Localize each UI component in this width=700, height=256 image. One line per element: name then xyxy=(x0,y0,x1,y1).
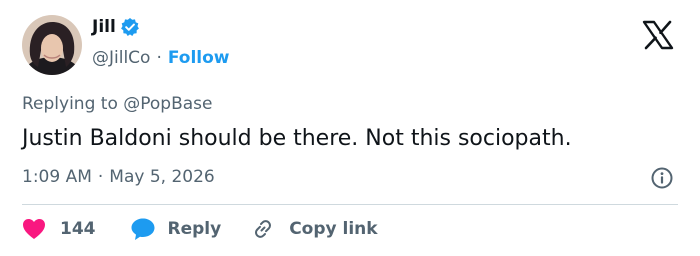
avatar[interactable] xyxy=(22,15,82,75)
link-icon xyxy=(251,217,275,241)
tweet-timestamp[interactable]: 1:09 AM · May 5, 2026 xyxy=(22,167,215,187)
tweet-time: 1:09 AM xyxy=(22,167,92,187)
author-name[interactable]: Jill xyxy=(92,17,116,37)
like-button[interactable]: 144 xyxy=(22,218,96,240)
copy-link-button[interactable]: Copy link xyxy=(251,217,378,241)
info-icon[interactable] xyxy=(650,166,674,190)
like-count: 144 xyxy=(60,219,96,239)
reply-button[interactable]: Reply xyxy=(130,217,222,241)
replying-to: Replying to @PopBase xyxy=(22,94,212,114)
divider xyxy=(22,204,678,205)
author-handle[interactable]: @JillCo xyxy=(92,48,150,68)
separator: · xyxy=(97,167,104,187)
avatar-image xyxy=(22,15,82,75)
follow-button[interactable]: Follow xyxy=(168,48,230,68)
copy-link-label: Copy link xyxy=(289,219,378,239)
action-bar: 144 Reply Copy link xyxy=(22,216,378,242)
replying-target-link[interactable]: @PopBase xyxy=(123,94,212,114)
x-logo-icon[interactable] xyxy=(640,17,676,53)
tweet-text: Justin Baldoni should be there. Not this… xyxy=(22,126,572,151)
handle-row: @JillCo · Follow xyxy=(92,48,230,68)
replying-prefix: Replying to xyxy=(22,94,118,114)
heart-icon xyxy=(22,218,46,240)
verified-badge-icon xyxy=(120,17,140,37)
reply-bubble-icon xyxy=(130,217,156,241)
reply-label: Reply xyxy=(167,219,222,239)
tweet-date: May 5, 2026 xyxy=(109,167,215,187)
separator: · xyxy=(156,48,162,68)
author-name-row: Jill xyxy=(92,17,140,37)
